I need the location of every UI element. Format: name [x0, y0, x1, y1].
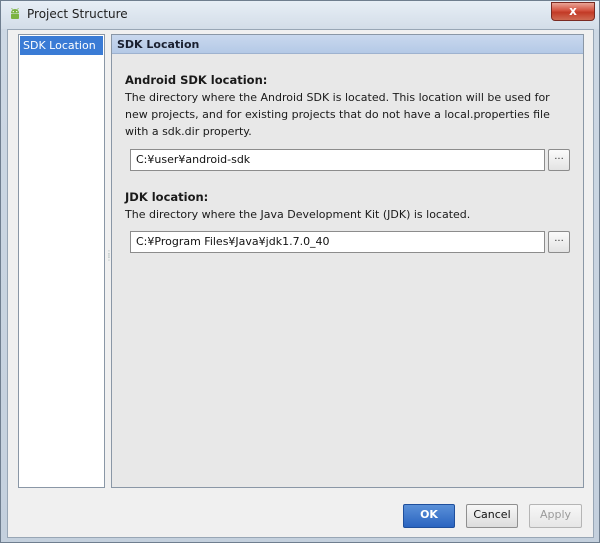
settings-panel: SDK Location Android SDK location: The d… — [111, 34, 584, 488]
jdk-path-input[interactable]: C:¥Program Files¥Java¥jdk1.7.0_40 — [130, 231, 545, 253]
sidebar-item-label: SDK Location — [23, 39, 96, 52]
close-button[interactable]: x — [551, 2, 595, 21]
dialog-body: SDK Location ⋮ ⋮ SDK Location Android SDK… — [7, 29, 594, 538]
android-sdk-path-input[interactable]: C:¥user¥android-sdk — [130, 149, 545, 171]
close-icon: x — [569, 4, 577, 18]
ok-button[interactable]: OK — [403, 504, 455, 528]
sidebar-item-sdk-location[interactable]: SDK Location — [20, 36, 103, 55]
splitter-handle[interactable]: ⋮ ⋮ — [105, 250, 113, 266]
cancel-button[interactable]: Cancel — [466, 504, 518, 528]
android-sdk-browse-button[interactable]: ... — [548, 149, 570, 171]
window-title: Project Structure — [27, 7, 128, 21]
android-sdk-description: The directory where the Android SDK is l… — [125, 91, 550, 138]
apply-button[interactable]: Apply — [529, 504, 582, 528]
title-bar[interactable]: Project Structure x — [1, 1, 599, 29]
jdk-label: JDK location: — [125, 190, 209, 204]
jdk-browse-button[interactable]: ... — [548, 231, 570, 253]
project-structure-dialog: Project Structure x SDK Location ⋮ ⋮ SDK … — [0, 0, 600, 543]
android-icon — [8, 7, 22, 21]
jdk-description: The directory where the Java Development… — [125, 208, 471, 221]
android-sdk-label: Android SDK location: — [125, 73, 268, 87]
sidebar: SDK Location — [18, 34, 105, 488]
panel-header: SDK Location — [112, 35, 583, 54]
